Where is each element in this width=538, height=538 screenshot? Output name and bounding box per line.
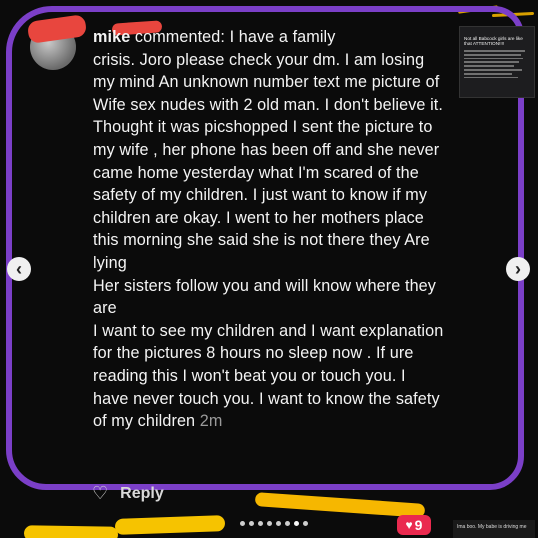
notification-count: 9 xyxy=(414,517,423,533)
reply-action-row: ♡ Reply xyxy=(92,483,164,504)
pagination-dot[interactable] xyxy=(249,521,254,526)
comment-time: 2m xyxy=(199,412,223,431)
carousel-pagination-dots xyxy=(240,521,308,526)
heart-notification-icon: ♥ xyxy=(405,518,413,532)
pagination-dot[interactable] xyxy=(258,521,263,526)
yellow-highlight-annotation-bottom-mid xyxy=(114,515,226,535)
pagination-dot[interactable] xyxy=(303,521,308,526)
carousel-prev-button[interactable]: ‹ xyxy=(7,257,31,281)
chevron-right-icon: › xyxy=(515,258,521,279)
comment-paragraph-3: I want to see my children and I want exp… xyxy=(93,321,444,431)
carousel-next-button[interactable]: › xyxy=(506,257,530,281)
pagination-dot[interactable] xyxy=(285,521,290,526)
pagination-dot[interactable] xyxy=(240,521,245,526)
chevron-left-icon: ‹ xyxy=(16,258,22,279)
thumbnail-text-lines xyxy=(460,46,534,82)
yellow-highlight-annotation-bottom-left xyxy=(23,525,119,538)
screenshot-frame: mike commented: I have a family crisis. … xyxy=(0,0,538,538)
pagination-dot[interactable] xyxy=(267,521,272,526)
thumbnail-preview[interactable]: Not all Babcock girls are like that ATTE… xyxy=(459,26,535,98)
comment-paragraph-2: Her sisters follow you and will know whe… xyxy=(93,276,436,318)
comment-body: mike commented: I have a family crisis. … xyxy=(93,26,445,433)
reply-button[interactable]: Reply xyxy=(120,485,164,503)
notification-badge[interactable]: ♥ 9 xyxy=(397,515,431,535)
comment-username[interactable]: mike xyxy=(93,28,130,46)
heart-icon[interactable]: ♡ xyxy=(92,483,108,504)
comment-paragraph-1: crisis. Joro please check your dm. I am … xyxy=(93,50,444,272)
next-post-text: Ima boo. My babe is driving me xyxy=(457,524,527,530)
comment-header: commented: I have a family xyxy=(134,28,336,46)
pagination-dot-active[interactable] xyxy=(294,521,299,526)
yellow-highlight-annotation xyxy=(254,492,426,518)
next-post-strip[interactable]: Ima boo. My babe is driving me xyxy=(453,520,535,538)
thumbnail-title: Not all Babcock girls are like that ATTE… xyxy=(464,36,523,46)
pagination-dot[interactable] xyxy=(276,521,281,526)
